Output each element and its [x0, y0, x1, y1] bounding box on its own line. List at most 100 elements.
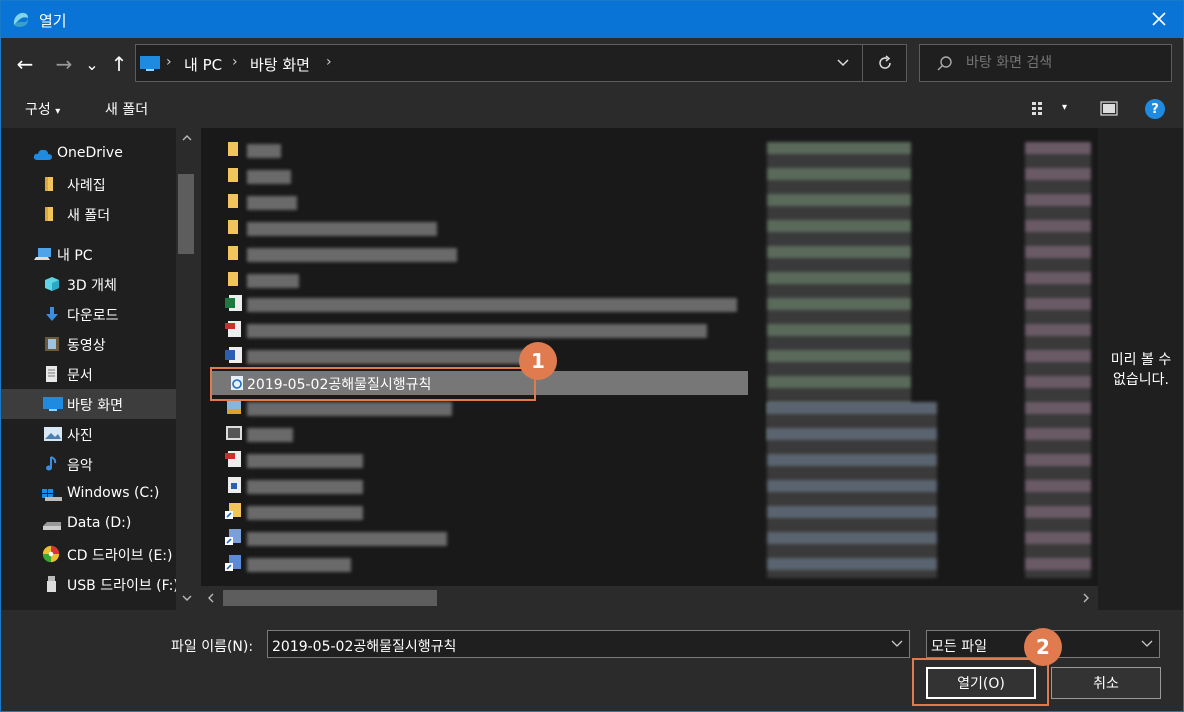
search-box[interactable] — [919, 44, 1172, 82]
usb-icon — [47, 576, 56, 592]
list-item[interactable] — [247, 454, 363, 468]
breadcrumb-item[interactable]: 바탕 화면 — [250, 54, 310, 75]
pc-icon — [34, 248, 51, 260]
forward-arrow-icon: → — [55, 52, 73, 76]
list-item[interactable] — [247, 274, 299, 288]
document-icon — [46, 366, 57, 382]
cancel-button[interactable]: 취소 — [1051, 667, 1161, 699]
list-item[interactable] — [247, 196, 297, 210]
list-item[interactable] — [247, 350, 547, 364]
sidebar-item-downloads[interactable]: 다운로드 — [1, 299, 176, 329]
preview-unavailable-text: 미리 볼 수 없습니다. — [1110, 352, 1172, 388]
pdf-file-icon — [225, 321, 241, 337]
music-icon — [46, 456, 57, 471]
back-button[interactable]: ← — [11, 50, 39, 78]
sidebar-item-drive-c[interactable]: Windows (C:) — [1, 479, 176, 509]
folder-icon — [45, 207, 53, 221]
sidebar-item-label: Windows (C:) — [67, 485, 160, 501]
annotation-badge-1: 1 — [519, 342, 557, 380]
folder-icon — [228, 168, 238, 182]
breadcrumb-separator: › — [232, 54, 238, 70]
list-item[interactable] — [247, 170, 291, 184]
filename-label: 파일 이름(N): — [171, 639, 254, 655]
scrollbar-thumb[interactable] — [178, 174, 194, 254]
view-options-icon[interactable] — [1031, 101, 1049, 117]
breadcrumb-separator: › — [166, 54, 172, 70]
search-icon — [937, 56, 952, 71]
sidebar-item-this-pc[interactable]: 내 PC — [1, 239, 176, 269]
list-item[interactable] — [247, 248, 457, 262]
file-icon — [228, 477, 241, 493]
preview-pane-icon[interactable] — [1100, 101, 1118, 116]
desktop-icon — [140, 56, 160, 71]
shortcut-icon — [225, 503, 241, 519]
address-bar[interactable]: › 내 PC › 바탕 화면 › — [135, 44, 907, 82]
folder-icon — [228, 194, 238, 208]
sidebar-item-3d-objects[interactable]: 3D 개체 — [1, 269, 176, 299]
sidebar-item-label: CD 드라이브 (E:) — [67, 548, 173, 564]
list-item[interactable] — [247, 506, 363, 520]
sidebar-item-casebook[interactable]: 사례집 — [1, 169, 176, 199]
navigation-pane: OneDrive 사례집 새 폴더 내 PC 3D 개체 다운로드 동영상 문서… — [1, 128, 198, 610]
chevron-down-icon[interactable] — [891, 640, 903, 648]
forward-button[interactable]: → — [50, 50, 78, 78]
drive-icon — [42, 489, 62, 501]
sidebar-item-cd-drive[interactable]: CD 드라이브 (E:) — [1, 539, 176, 569]
list-item[interactable] — [247, 428, 293, 442]
recent-locations-button[interactable]: ⌄ — [81, 50, 103, 78]
sidebar-item-videos[interactable]: 동영상 — [1, 329, 176, 359]
up-arrow-icon: ↑ — [110, 52, 128, 76]
shortcut-icon — [225, 529, 241, 545]
list-item[interactable] — [247, 222, 437, 236]
chevron-up-icon[interactable] — [181, 134, 193, 142]
list-item[interactable] — [247, 532, 447, 546]
file-list[interactable] — [201, 128, 1098, 586]
list-item[interactable] — [247, 144, 281, 158]
window-title: 열기 — [39, 12, 67, 30]
download-icon — [46, 307, 58, 321]
list-item[interactable] — [247, 402, 452, 416]
sidebar-item-label: USB 드라이브 (F:) — [67, 578, 179, 594]
list-item[interactable] — [247, 558, 351, 572]
sidebar-item-label: 바탕 화면 — [67, 398, 123, 414]
sidebar-item-usb-drive[interactable]: USB 드라이브 (F:) — [1, 569, 179, 599]
date-modified-column — [767, 402, 937, 578]
cube-icon — [45, 277, 59, 291]
horizontal-scrollbar[interactable] — [201, 586, 1098, 610]
breadcrumb-item[interactable]: 내 PC — [184, 54, 222, 75]
organize-button[interactable]: 구성 ▾ — [25, 99, 60, 119]
refresh-icon[interactable] — [876, 54, 894, 72]
sidebar-item-desktop[interactable]: 바탕 화면 — [1, 389, 176, 419]
sidebar-item-new-folder[interactable]: 새 폴더 — [1, 199, 176, 229]
sidebar-item-label: 사진 — [67, 428, 93, 444]
chevron-left-icon[interactable] — [207, 593, 215, 603]
sidebar-scrollbar[interactable] — [176, 128, 198, 610]
search-input[interactable] — [966, 53, 1166, 73]
help-icon[interactable]: ? — [1145, 99, 1165, 119]
chevron-down-icon[interactable] — [1141, 640, 1153, 648]
chevron-down-icon[interactable] — [181, 594, 193, 602]
chevron-right-icon[interactable] — [1082, 593, 1090, 603]
video-icon — [45, 337, 59, 351]
filename-field[interactable]: 2019-05-02공해물질시행규칙 — [267, 630, 910, 658]
chevron-down-icon[interactable]: ▾ — [1062, 102, 1067, 113]
folder-icon — [228, 272, 238, 286]
shortcut-icon — [225, 555, 241, 571]
sidebar-item-documents[interactable]: 문서 — [1, 359, 176, 389]
sidebar-item-pictures[interactable]: 사진 — [1, 419, 176, 449]
list-item[interactable] — [247, 324, 707, 338]
scrollbar-thumb[interactable] — [223, 590, 437, 606]
sidebar-item-drive-d[interactable]: Data (D:) — [1, 509, 176, 539]
sidebar-item-music[interactable]: 음악 — [1, 449, 176, 479]
sidebar-item-label: 음악 — [67, 458, 93, 474]
list-item[interactable] — [247, 298, 737, 312]
breadcrumb-separator: › — [326, 54, 332, 70]
list-item[interactable] — [247, 480, 363, 494]
new-folder-button[interactable]: 새 폴더 — [105, 99, 148, 119]
annotation-box-2 — [912, 658, 1049, 706]
up-button[interactable]: ↑ — [105, 50, 133, 78]
sidebar-item-onedrive[interactable]: OneDrive — [1, 139, 176, 169]
sidebar-item-label: 문서 — [67, 368, 93, 384]
close-icon[interactable] — [1149, 9, 1169, 29]
chevron-down-icon[interactable] — [836, 58, 850, 68]
